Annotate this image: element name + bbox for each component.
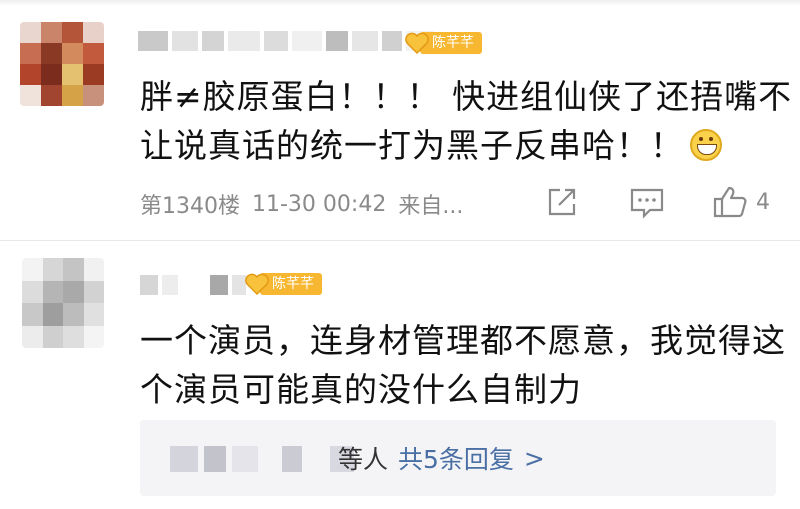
avatar[interactable] — [22, 258, 104, 348]
comment-text: 胖≠胶原蛋白！！！ 快进组仙侠了还捂嘴不 让说真话的统一打为黑子反串哈！！ — [140, 72, 793, 170]
share-icon — [548, 188, 576, 216]
comment-icon — [630, 188, 664, 219]
replies-summary: 等人 共5条回复 > — [338, 440, 545, 476]
fan-heart-icon — [405, 32, 429, 55]
comment-meta: 第1340楼 11-30 00:42 来自... — [140, 186, 463, 222]
view-replies-link[interactable]: 共5条回复 > — [398, 440, 545, 476]
username-blurred[interactable] — [140, 272, 246, 298]
comment-text-line-2: 个演员可能真的没什么自制力 — [140, 370, 582, 409]
username-blurred[interactable] — [138, 28, 434, 54]
like-count: 4 — [756, 189, 770, 215]
reply-names-blurred — [170, 446, 354, 472]
view-replies-label: 共5条回复 — [398, 445, 514, 474]
replies-preview[interactable]: 等人 共5条回复 > — [140, 420, 776, 496]
grin-emoji-icon — [690, 129, 722, 161]
fan-heart-icon — [245, 273, 269, 296]
chevron-right-icon: > — [523, 443, 545, 473]
source-label[interactable]: 来自... — [398, 188, 463, 220]
comment-button[interactable] — [628, 184, 666, 220]
avatar[interactable] — [20, 22, 104, 106]
fan-badge[interactable]: 陈芊芊 — [404, 29, 482, 57]
comment-text-line-2: 让说真话的统一打为黑子反串哈！！ — [140, 121, 780, 170]
comment-text-line: 一个演员，连身材管理都不愿意，我觉得这 — [140, 321, 786, 360]
comment-item: 陈芊芊 胖≠胶原蛋白！！！ 快进组仙侠了还捂嘴不 让说真话的统一打为黑子反串哈！… — [0, 0, 800, 240]
floor-number: 第1340楼 — [140, 194, 240, 219]
thumbs-up-icon — [713, 186, 747, 218]
share-button[interactable] — [544, 184, 580, 220]
fan-badge[interactable]: 陈芊芊 — [244, 270, 322, 298]
comment-text: 一个演员，连身材管理都不愿意，我觉得这 个演员可能真的没什么自制力 — [140, 316, 790, 414]
replies-suffix: 等人 — [338, 445, 389, 474]
timestamp: 11-30 00:42 — [252, 191, 387, 217]
comment-text-line: 胖≠胶原蛋白！！！ 快进组仙侠了还捂嘴不 — [140, 77, 793, 116]
like-button[interactable]: 4 — [712, 184, 770, 220]
